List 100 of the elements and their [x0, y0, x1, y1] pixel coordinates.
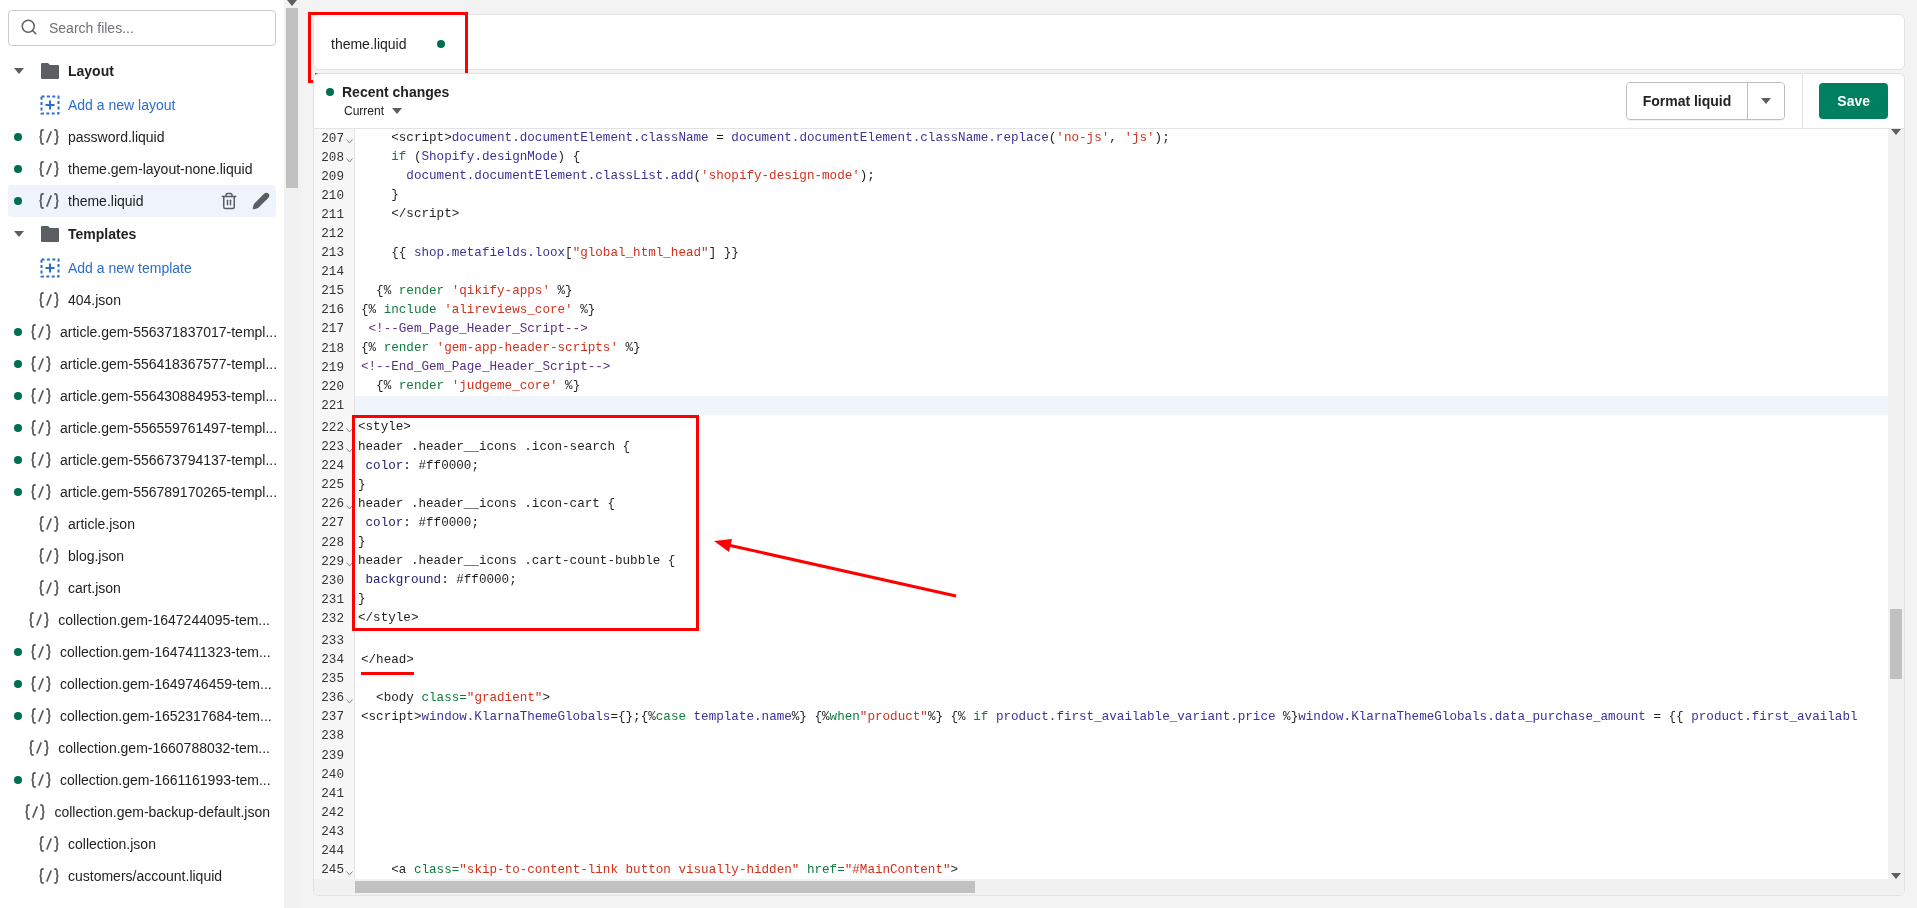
folder-icon — [40, 62, 60, 80]
file-item[interactable]: article.gem-556371837017-templ... — [8, 316, 276, 348]
modified-dot — [14, 328, 22, 336]
file-item[interactable]: collection.gem-1647244095-tem... — [8, 604, 276, 636]
line-number: 211 — [320, 207, 344, 222]
file-item[interactable]: collection.gem-backup-default.json — [8, 796, 276, 828]
file-item[interactable]: collection.gem-1647411323-tem... — [8, 636, 276, 668]
fold-icon[interactable] — [346, 562, 353, 568]
folder-icon — [40, 225, 60, 243]
delete-icon[interactable] — [220, 192, 238, 210]
folder-row[interactable]: Layout — [8, 54, 276, 88]
line-number: 230 — [320, 573, 344, 588]
code-line: header .header__icons .cart-count-bubble { — [358, 554, 676, 570]
code-file-icon — [38, 128, 60, 146]
add-file-icon — [40, 257, 60, 278]
line-number: 231 — [320, 592, 344, 607]
file-item[interactable]: collection.gem-1660788032-tem... — [8, 732, 276, 764]
code-line: color: #ff0000; — [364, 458, 479, 474]
code-line: header .header__icons .icon-search { — [358, 439, 631, 455]
code-file-icon — [38, 291, 60, 309]
folder-row[interactable]: Templates — [8, 217, 276, 251]
file-item[interactable]: collection.gem-1649746459-tem... — [8, 668, 276, 700]
code-line: {{ shop.metafields.loox["global_html_head"] }} — [390, 245, 739, 261]
line-number: 219 — [320, 360, 344, 375]
line-number: 223 — [320, 440, 344, 455]
file-item[interactable]: article.gem-556673794137-templ... — [8, 444, 276, 476]
file-item[interactable]: collection.gem-1652317684-tem... — [8, 700, 276, 732]
code-line: {% render 'judgeme_core' %} — [375, 379, 581, 395]
code-line: <style> — [358, 420, 411, 436]
fold-icon[interactable] — [346, 428, 353, 434]
code-line: if (Shopify.designMode) { — [390, 150, 581, 166]
file-item[interactable]: article.gem-556430884953-templ... — [8, 380, 276, 412]
code-file-icon — [38, 867, 60, 885]
caret-icon — [392, 108, 402, 114]
modified-dot — [14, 680, 22, 688]
fold-icon[interactable] — [346, 870, 353, 876]
fold-icon[interactable] — [346, 139, 353, 145]
file-item[interactable]: article.json — [8, 508, 276, 540]
code-line: <a class="skip-to-content-link button visually-hidden" href="#MainContent"> — [390, 862, 959, 878]
file-item[interactable]: article.gem-556789170265-templ... — [8, 476, 276, 508]
scrollbar[interactable] — [1888, 129, 1904, 879]
line-number: 238 — [320, 729, 344, 744]
scroll-thumb[interactable] — [355, 881, 975, 893]
line-number: 237 — [320, 710, 344, 725]
file-item[interactable]: password.liquid — [8, 121, 276, 153]
code-line: {% include 'alireviews_core' %} — [361, 302, 596, 318]
code-line: } — [358, 477, 366, 493]
fold-icon[interactable] — [346, 447, 353, 453]
code-file-icon — [30, 707, 52, 725]
code-line: </style> — [358, 611, 419, 627]
file-item[interactable]: blog.json — [8, 540, 276, 572]
file-item[interactable]: collection.json — [8, 828, 276, 860]
line-number: 236 — [320, 691, 344, 706]
add-link[interactable]: Add a new template — [8, 251, 276, 284]
file-item[interactable]: theme.liquid — [8, 185, 276, 217]
line-number: 222 — [320, 420, 344, 435]
line-number: 209 — [320, 169, 344, 184]
line-number: 241 — [320, 786, 344, 801]
line-number: 234 — [320, 653, 344, 668]
file-item[interactable]: 404.json — [8, 284, 276, 316]
scrollbar[interactable] — [314, 879, 1904, 895]
fold-icon[interactable] — [346, 504, 353, 510]
code-file-icon — [30, 771, 52, 789]
fold-icon[interactable] — [346, 158, 353, 164]
code-line: } — [390, 188, 399, 204]
line-number: 224 — [320, 459, 344, 474]
code-file-icon — [24, 803, 47, 821]
file-item[interactable]: customers/account.liquid — [8, 860, 276, 892]
modified-dot — [14, 360, 22, 368]
code-line: } — [358, 535, 366, 550]
code-file-icon — [38, 835, 60, 853]
fold-icon[interactable] — [346, 698, 353, 704]
modified-dot — [14, 648, 22, 656]
caret-icon — [1761, 98, 1772, 104]
file-item[interactable]: collection.gem-1661161993-tem... — [8, 764, 276, 796]
line-number: 240 — [320, 767, 344, 782]
modified-dot — [14, 456, 22, 464]
version-dropdown[interactable]: Current — [326, 104, 450, 118]
file-item[interactable]: cart.json — [8, 572, 276, 604]
file-item[interactable]: theme.gem-layout-none.liquid — [8, 153, 276, 185]
edit-icon[interactable] — [252, 192, 270, 210]
file-item[interactable]: article.gem-556559761497-templ... — [8, 412, 276, 444]
scroll-thumb[interactable] — [1890, 609, 1902, 679]
file-item[interactable]: article.gem-556418367577-templ... — [8, 348, 276, 380]
line-number: 244 — [320, 844, 344, 858]
code-file-icon — [30, 483, 52, 501]
save-button[interactable]: Save — [1819, 83, 1888, 119]
search-field[interactable]: Search files... — [8, 10, 276, 46]
code-line: <body class="gradient"> — [375, 690, 550, 706]
format-button[interactable]: Format liquid — [1626, 83, 1749, 119]
add-link[interactable]: Add a new layout — [8, 88, 276, 121]
line-number: 214 — [320, 265, 344, 280]
modified-dot — [14, 165, 22, 173]
scroll-thumb[interactable] — [286, 8, 298, 188]
code-file-icon — [38, 547, 60, 565]
line-number: 227 — [320, 516, 344, 531]
code-line: {% render 'qikify-apps' %} — [375, 283, 573, 299]
line-number: 217 — [320, 322, 344, 337]
line-number: 210 — [320, 188, 344, 203]
line-number: 242 — [320, 805, 344, 820]
